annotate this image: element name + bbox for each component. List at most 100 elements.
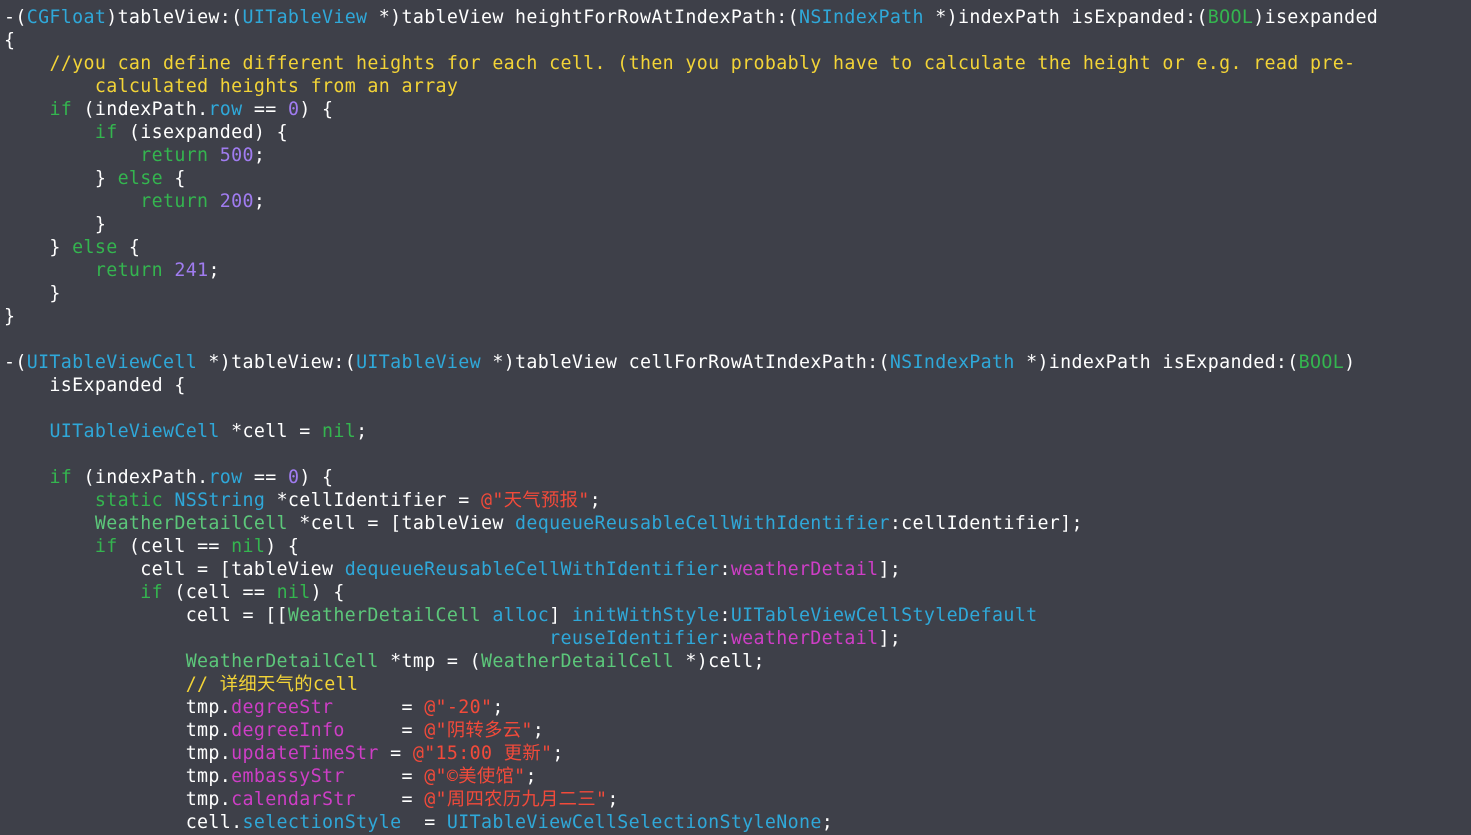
method-token: reuseIdentifier (549, 628, 720, 649)
code-line: UITableViewCell *cell = nil; (0, 420, 1471, 443)
keyword-token: if (49, 99, 73, 120)
type-token: CGFloat (26, 7, 107, 28)
code-text: *)indexPath isExpanded:( (1014, 352, 1299, 373)
number-literal: 241 (174, 260, 209, 281)
code-editor[interactable]: -(CGFloat)tableView:(UITableView *)table… (0, 0, 1471, 835)
code-text: : (719, 628, 731, 649)
code-line: isExpanded { (0, 374, 1471, 397)
code-text: = (356, 789, 425, 810)
code-line: cell = [[WeatherDetailCell alloc] initWi… (0, 604, 1471, 627)
code-text: ] (549, 605, 572, 626)
code-line: if (isexpanded) { (0, 121, 1471, 144)
code-line: } else { (0, 236, 1471, 259)
keyword-token: BOOL (1298, 352, 1345, 373)
keyword-token: return (140, 145, 209, 166)
property-token: weatherDetail (730, 559, 879, 580)
method-token: dequeueReusableCellWithIdentifier (344, 559, 720, 580)
code-text: tmp. (4, 789, 232, 810)
keyword-token: if (94, 536, 118, 557)
code-text: (indexPath. (72, 467, 209, 488)
code-text: tmp. (4, 743, 232, 764)
code-text: ; (607, 789, 619, 810)
code-text: ; (208, 260, 220, 281)
code-line: } else { (0, 167, 1471, 190)
code-text: ; (552, 743, 564, 764)
class-name-token: WeatherDetailCell (185, 651, 379, 672)
code-text: (cell == (117, 536, 232, 557)
code-text: tmp. (4, 766, 232, 787)
method-token: dequeueReusableCellWithIdentifier (515, 513, 890, 534)
code-text: -( (4, 7, 27, 28)
code-text: (cell == (163, 582, 277, 603)
code-text: } (4, 214, 107, 235)
number-literal: 0 (287, 467, 300, 488)
code-text: } (4, 168, 118, 189)
code-text: = (344, 766, 425, 787)
code-text: isExpanded { (4, 375, 186, 396)
code-text: ]; (878, 628, 902, 649)
code-line: } (0, 213, 1471, 236)
type-token: row (208, 467, 243, 488)
code-line: if (indexPath.row == 0) { (0, 466, 1471, 489)
type-token: UITableView (242, 7, 368, 28)
code-text: ]; (878, 559, 902, 580)
code-line: tmp.embassyStr = @"©美使馆"; (0, 765, 1471, 788)
code-text: ) { (299, 99, 334, 120)
type-token: UITableView (356, 352, 481, 373)
property-token: embassyStr (231, 766, 345, 787)
code-text: ) { (310, 582, 345, 603)
code-text: *)tableView heightForRowAtIndexPath:( (367, 7, 799, 28)
code-line: if (indexPath.row == 0) { (0, 98, 1471, 121)
code-text: *)cell; (674, 651, 765, 672)
keyword-token: nil (322, 421, 357, 442)
code-text: = (333, 697, 425, 718)
type-token: UITableViewCell (26, 352, 198, 373)
property-token: updateTimeStr (231, 743, 379, 764)
code-text: : (719, 559, 731, 580)
code-line: { (0, 29, 1471, 52)
code-text: == (242, 467, 288, 488)
code-text: *cell = [tableView (287, 513, 516, 534)
type-token: NSIndexPath (889, 352, 1015, 373)
code-text: )isexpanded (1253, 7, 1379, 28)
code-text: tmp. (4, 697, 232, 718)
code-line: tmp.degreeInfo = @"阴转多云"; (0, 719, 1471, 742)
comment-token: //you can define different heights for e… (49, 53, 1356, 74)
string-literal: @"-20" (424, 697, 493, 718)
keyword-token: return (94, 260, 163, 281)
code-text: ; (356, 421, 368, 442)
string-literal: @"15:00 更新" (412, 743, 553, 764)
code-line: return 200; (0, 190, 1471, 213)
string-literal: @"阴转多云" (424, 720, 533, 741)
keyword-token: BOOL (1207, 7, 1254, 28)
code-line: //you can define different heights for e… (0, 52, 1471, 75)
type-token: selectionStyle (242, 812, 402, 833)
comment-token: // 详细天气的cell (185, 674, 359, 695)
code-text: ; (821, 812, 834, 833)
code-text: *)tableView:( (197, 352, 357, 373)
code-text: ; (532, 720, 545, 741)
code-text: == (242, 99, 288, 120)
code-text: : (719, 605, 731, 626)
code-text: (indexPath. (72, 99, 209, 120)
method-token: initWithStyle (571, 605, 720, 626)
number-literal: 500 (219, 145, 254, 166)
code-line: calculated heights from an array (0, 75, 1471, 98)
